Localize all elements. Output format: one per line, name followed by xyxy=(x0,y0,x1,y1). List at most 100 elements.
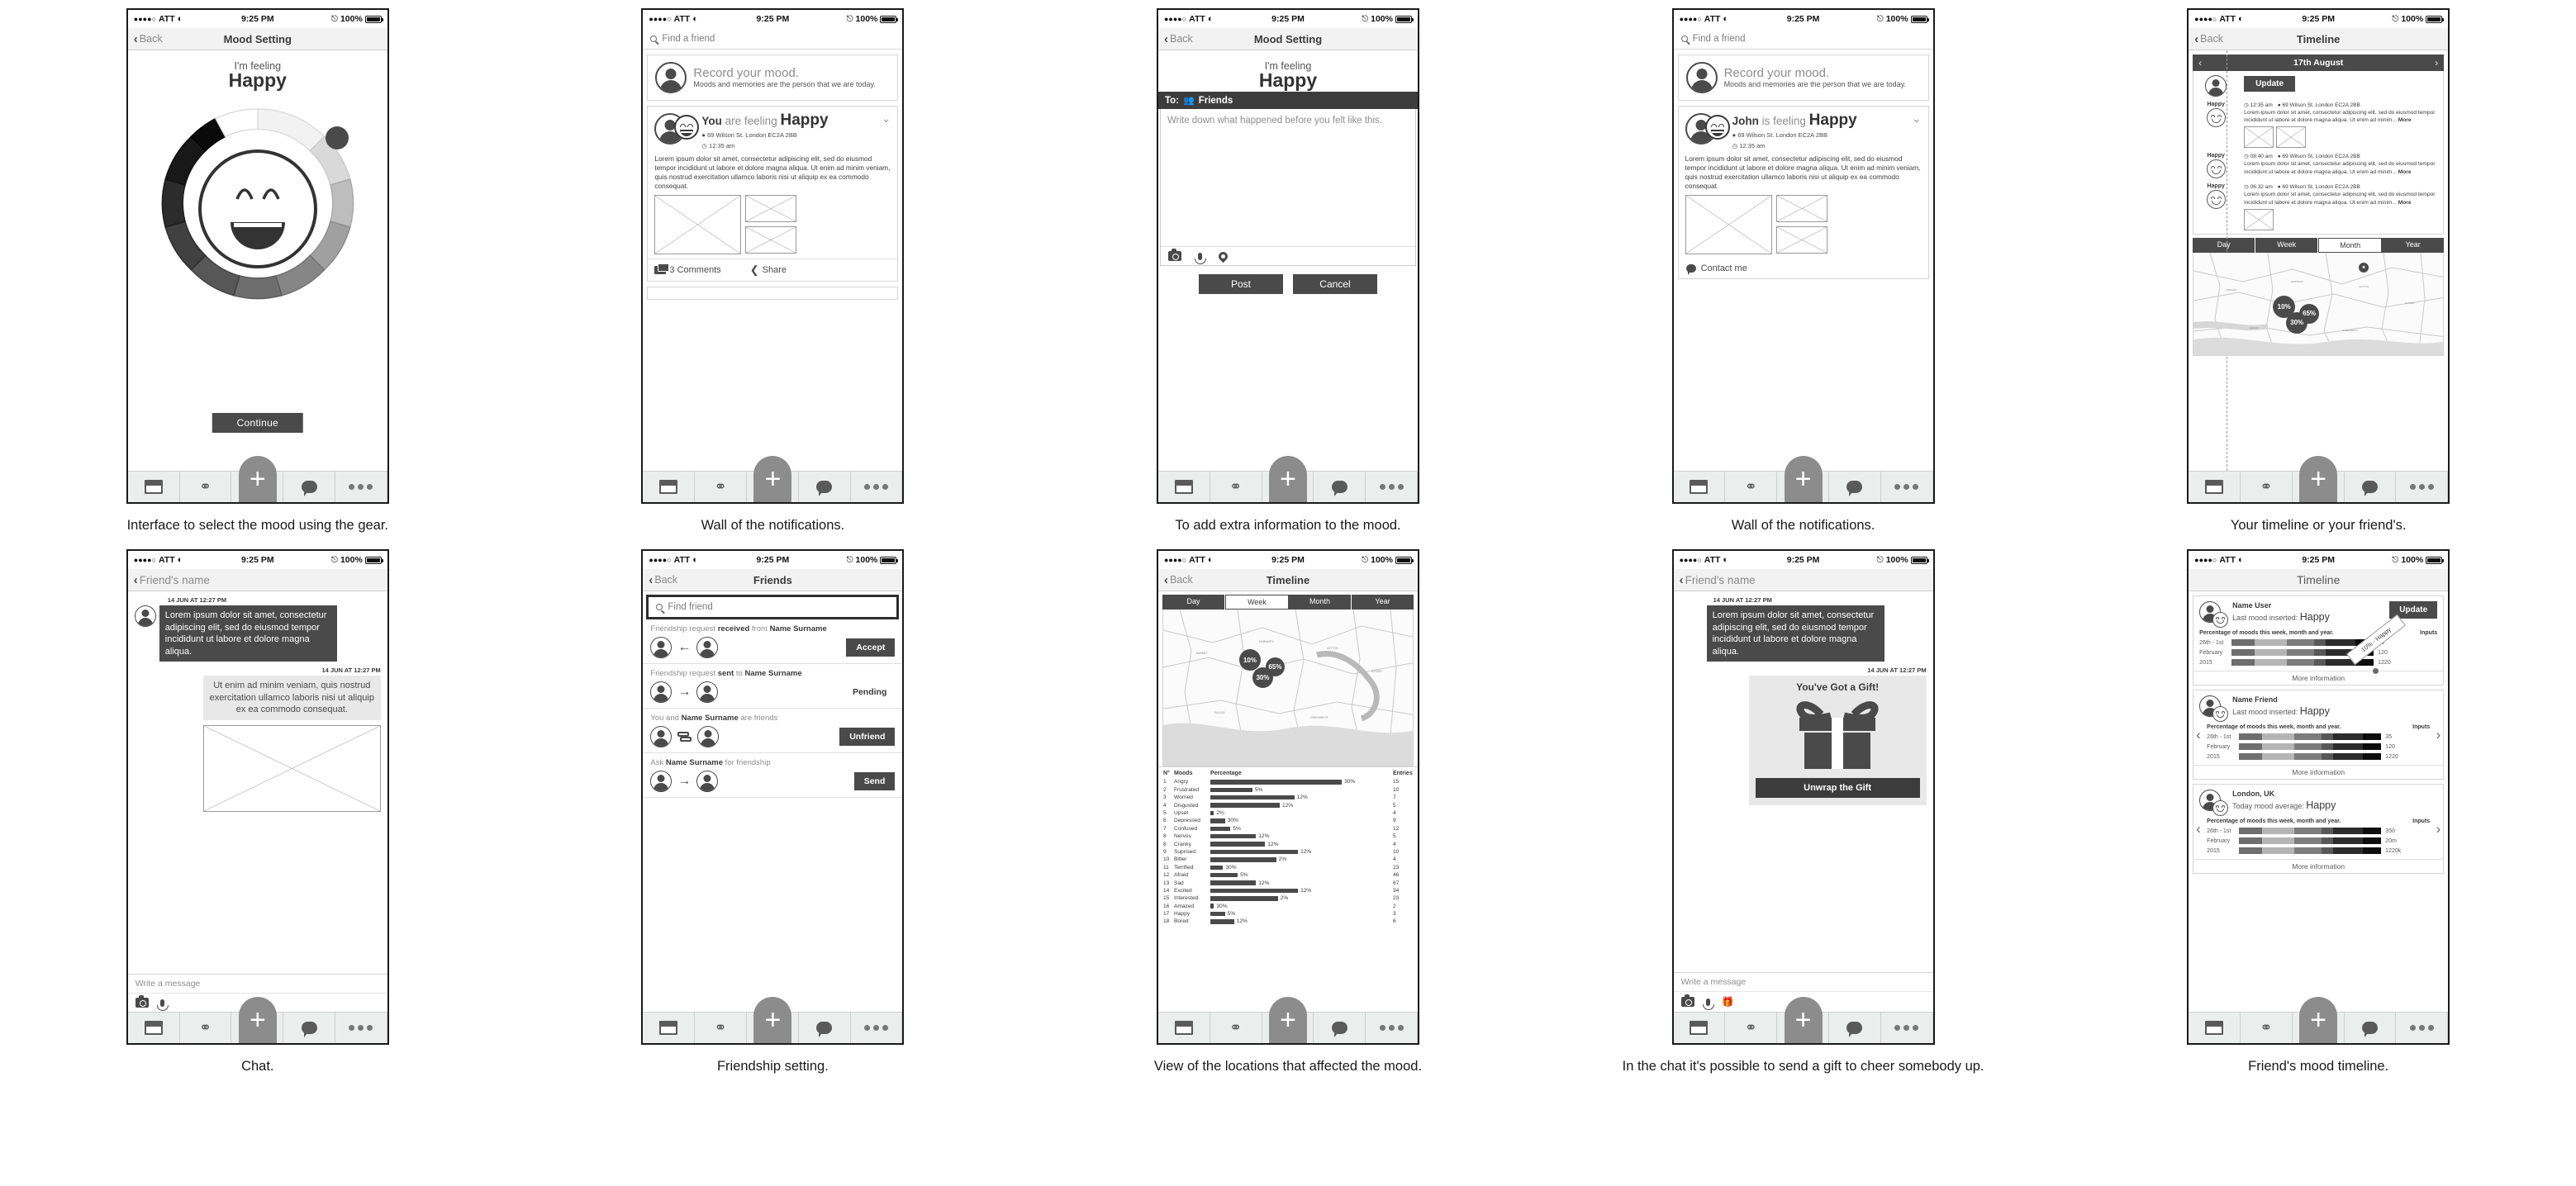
photo-placeholder[interactable] xyxy=(2244,126,2274,149)
photo-placeholder[interactable] xyxy=(745,195,797,223)
tab-more[interactable] xyxy=(2396,472,2449,502)
tab-network[interactable]: ⚭ xyxy=(695,472,747,502)
camera-icon[interactable] xyxy=(1680,994,1694,1008)
tab-chat[interactable] xyxy=(1314,1013,1366,1044)
tab-more[interactable] xyxy=(1881,1013,1933,1044)
message-input[interactable]: Write a message xyxy=(1673,973,1933,993)
more-link[interactable]: More xyxy=(2398,200,2412,206)
audience-selector[interactable]: To: 👥 Friends xyxy=(1157,92,1418,109)
photo-placeholder[interactable] xyxy=(654,195,742,255)
segment-day[interactable]: Day xyxy=(2193,237,2256,253)
photo-placeholder[interactable] xyxy=(1775,226,1827,254)
photo-placeholder[interactable] xyxy=(1685,195,1772,255)
more-information-link[interactable]: More information xyxy=(2193,765,2444,779)
more-information-link[interactable]: More information xyxy=(2193,859,2444,873)
compose-textarea[interactable]: Write down what happened before you felt… xyxy=(1159,109,1416,266)
tab-more[interactable] xyxy=(851,1013,903,1044)
tab-wall[interactable] xyxy=(643,472,696,502)
segment-month[interactable]: Month xyxy=(1288,595,1352,610)
segment-month[interactable]: Month xyxy=(2318,237,2383,253)
tab-more[interactable] xyxy=(335,1013,387,1044)
record-mood-card[interactable]: Record your mood. Moods and memories are… xyxy=(647,55,899,101)
add-mood-button[interactable]: + xyxy=(1268,997,1307,1044)
tab-network[interactable]: ⚭ xyxy=(1210,472,1262,502)
photo-placeholder[interactable] xyxy=(745,226,797,254)
back-button[interactable]: ‹ Friend's name xyxy=(1680,574,1756,586)
search-input[interactable]: Find a friend xyxy=(643,28,903,50)
tab-more[interactable] xyxy=(851,472,903,502)
search-input[interactable]: Find a friend xyxy=(1673,28,1933,50)
tab-chat[interactable] xyxy=(1829,1013,1881,1044)
tab-chat[interactable] xyxy=(799,1013,851,1044)
segment-year[interactable]: Year xyxy=(1351,595,1414,610)
back-button[interactable]: ‹ Back xyxy=(2194,33,2223,45)
add-mood-button[interactable]: + xyxy=(1784,997,1823,1044)
tab-wall[interactable] xyxy=(128,1013,180,1044)
tab-more[interactable] xyxy=(335,472,387,502)
tab-network[interactable]: ⚭ xyxy=(2241,1013,2293,1044)
chevron-down-icon[interactable]: ⌄ xyxy=(882,112,891,124)
add-mood-button[interactable]: + xyxy=(1784,456,1823,502)
add-mood-button[interactable]: + xyxy=(2299,997,2338,1044)
unfriend-button[interactable]: Unfriend xyxy=(839,728,896,747)
photo-placeholder[interactable] xyxy=(2276,126,2307,149)
segment-year[interactable]: Year xyxy=(2382,237,2445,253)
map-marker-small[interactable]: ★ xyxy=(2359,262,2369,273)
send-request-button[interactable]: Send xyxy=(853,772,896,791)
tab-wall[interactable] xyxy=(2189,1013,2241,1044)
tab-wall[interactable] xyxy=(1158,472,1210,502)
microphone-icon[interactable] xyxy=(1195,252,1207,264)
more-link[interactable]: More xyxy=(2398,169,2412,175)
post-button[interactable]: Post xyxy=(1198,274,1283,294)
tab-network[interactable]: ⚭ xyxy=(180,1013,232,1044)
microphone-icon[interactable] xyxy=(157,999,169,1011)
more-information-link[interactable]: More information xyxy=(2193,671,2444,685)
more-link[interactable]: More xyxy=(2398,117,2412,123)
add-mood-button[interactable]: + xyxy=(238,997,277,1044)
gear-knob[interactable] xyxy=(325,126,349,149)
tab-chat[interactable] xyxy=(799,472,851,502)
tab-wall[interactable] xyxy=(2189,472,2241,502)
back-button[interactable]: ‹ Friend's name xyxy=(134,574,210,586)
tab-network[interactable]: ⚭ xyxy=(1725,1013,1778,1044)
add-mood-button[interactable]: + xyxy=(1268,456,1307,502)
accept-button[interactable]: Accept xyxy=(846,638,896,657)
location-pin-icon[interactable] xyxy=(1216,249,1230,263)
add-mood-button[interactable]: + xyxy=(238,456,277,502)
tab-wall[interactable] xyxy=(1674,472,1726,502)
gift-icon[interactable]: 🎁 xyxy=(1722,996,1734,1008)
unwrap-gift-button[interactable]: Unwrap the Gift xyxy=(1755,778,1920,799)
mood-map[interactable]: BARNET HARINGEY LEYTON ILFORD EALING GREENW… xyxy=(1162,610,1414,767)
tab-chat[interactable] xyxy=(283,1013,335,1044)
tab-chat[interactable] xyxy=(1829,472,1881,502)
tab-wall[interactable] xyxy=(643,1013,696,1044)
photo-placeholder[interactable] xyxy=(2244,208,2274,230)
tab-more[interactable] xyxy=(1366,1013,1418,1044)
tab-more[interactable] xyxy=(2396,1013,2449,1044)
continue-button[interactable]: Continue xyxy=(211,413,304,433)
chevron-down-icon[interactable]: ⌄ xyxy=(1912,112,1922,124)
next-day-button[interactable]: › xyxy=(2435,57,2438,69)
back-button[interactable]: ‹ Back xyxy=(1164,33,1193,45)
tab-network[interactable]: ⚭ xyxy=(2241,472,2293,502)
tab-chat[interactable] xyxy=(283,472,335,502)
camera-icon[interactable] xyxy=(1167,249,1181,261)
cancel-button[interactable]: Cancel xyxy=(1292,274,1377,294)
tab-more[interactable] xyxy=(1881,472,1933,502)
add-mood-button[interactable]: + xyxy=(753,997,792,1044)
record-mood-card[interactable]: Record your mood. Moods and memories are… xyxy=(1677,55,1929,101)
search-input[interactable]: Find friend xyxy=(646,595,900,620)
camera-icon[interactable] xyxy=(135,995,149,1008)
update-button[interactable]: Update xyxy=(2244,76,2296,92)
tab-wall[interactable] xyxy=(1674,1013,1726,1044)
tab-network[interactable]: ⚭ xyxy=(1725,472,1778,502)
tab-more[interactable] xyxy=(1366,472,1418,502)
tab-wall[interactable] xyxy=(1158,1013,1210,1044)
photo-placeholder[interactable] xyxy=(202,724,381,812)
segment-day[interactable]: Day xyxy=(1162,595,1225,610)
message-input[interactable]: Write a message xyxy=(127,975,387,994)
prev-day-button[interactable]: ‹ xyxy=(2198,57,2202,69)
back-button[interactable]: ‹ Back xyxy=(649,574,677,586)
segment-week[interactable]: Week xyxy=(1224,595,1289,610)
back-button[interactable]: ‹ Back xyxy=(1164,574,1193,586)
